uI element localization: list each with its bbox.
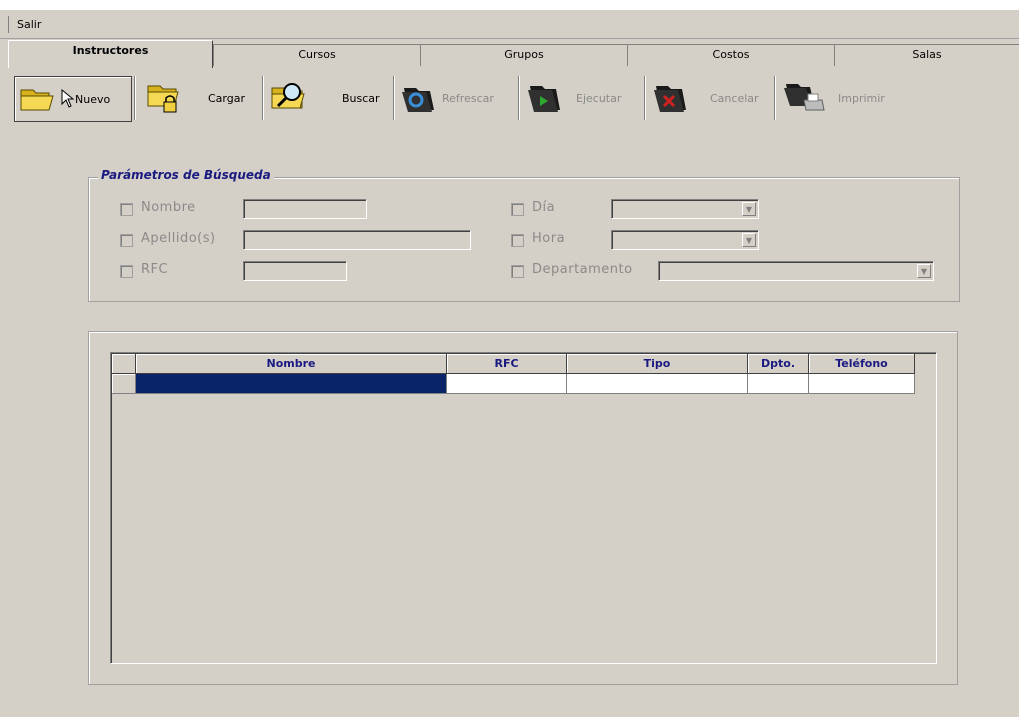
hora-checkbox[interactable]	[511, 234, 524, 247]
table-cell-dpto[interactable]	[748, 374, 809, 394]
execute-icon	[528, 86, 560, 112]
imprimir-label: Imprimir	[838, 91, 885, 105]
rfc-checkbox[interactable]	[120, 265, 133, 278]
table-cell-rfc[interactable]	[447, 374, 567, 394]
buscar-button[interactable]: Buscar	[268, 70, 392, 126]
row-indicator[interactable]	[112, 374, 136, 394]
chevron-down-icon[interactable]: ▼	[917, 264, 931, 278]
column-header-telefono[interactable]: Teléfono	[809, 354, 915, 374]
refrescar-label: Refrescar	[442, 91, 494, 105]
column-header-nombre[interactable]: Nombre	[136, 354, 447, 374]
chevron-down-icon[interactable]: ▼	[742, 233, 756, 247]
refresh-icon	[402, 88, 434, 112]
hora-select[interactable]: ▼	[611, 230, 759, 250]
search-parameters-title: Parámetros de Búsqueda	[98, 168, 274, 182]
toolbar-separator	[644, 76, 646, 120]
cargar-label: Cargar	[208, 91, 245, 105]
rfc-field[interactable]	[243, 261, 347, 281]
folder-lock-icon	[147, 85, 179, 113]
apellidos-label: Apellido(s)	[141, 231, 216, 246]
toolbar: Nuevo Cargar Buscar Refrescar Ejecutar C…	[8, 70, 1019, 128]
printer-icon	[784, 84, 825, 111]
cargar-button[interactable]: Cargar	[142, 70, 260, 126]
cancel-icon	[654, 86, 686, 112]
results-grid[interactable]	[110, 352, 937, 664]
tab-costos[interactable]: Costos	[627, 44, 834, 66]
table-cell-tipo[interactable]	[567, 374, 748, 394]
toolbar-separator	[774, 76, 776, 120]
departamento-checkbox[interactable]	[511, 265, 524, 278]
apellidos-field[interactable]	[243, 230, 471, 250]
refrescar-button[interactable]: Refrescar	[400, 70, 512, 126]
column-header-dpto[interactable]: Dpto.	[748, 354, 809, 374]
menu-bar	[0, 10, 1019, 39]
tab-grupos[interactable]: Grupos	[420, 44, 627, 66]
nombre-field[interactable]	[243, 199, 367, 219]
ejecutar-button[interactable]: Ejecutar	[526, 70, 638, 126]
menu-salir[interactable]: Salir	[8, 16, 49, 33]
nuevo-label: Nuevo	[75, 92, 111, 106]
toolbar-separator	[393, 76, 395, 120]
hora-label: Hora	[532, 231, 566, 246]
nuevo-button[interactable]: Nuevo	[14, 76, 132, 122]
toolbar-separator	[134, 76, 136, 120]
tab-salas[interactable]: Salas	[834, 44, 1019, 66]
cursor-icon	[61, 89, 75, 108]
departamento-label: Departamento	[532, 262, 633, 277]
column-header-rfc[interactable]: RFC	[447, 354, 567, 374]
tab-instructores[interactable]: Instructores	[8, 40, 213, 68]
table-cell-telefono[interactable]	[809, 374, 915, 394]
imprimir-button[interactable]: Imprimir	[782, 70, 902, 126]
buscar-label: Buscar	[342, 91, 380, 105]
dia-checkbox[interactable]	[511, 203, 524, 216]
departamento-select[interactable]: ▼	[658, 261, 934, 281]
toolbar-separator	[262, 76, 264, 120]
rfc-label: RFC	[141, 262, 169, 277]
nombre-checkbox[interactable]	[120, 203, 133, 216]
cancelar-button[interactable]: Cancelar	[652, 70, 770, 126]
tab-strip: Instructores Cursos Grupos Costos Salas	[8, 40, 1019, 68]
tab-cursos[interactable]: Cursos	[213, 44, 420, 66]
dia-select[interactable]: ▼	[611, 199, 759, 219]
column-header-tipo[interactable]: Tipo	[567, 354, 748, 374]
ejecutar-label: Ejecutar	[576, 91, 622, 105]
apellidos-checkbox[interactable]	[120, 234, 133, 247]
table-cell-nombre[interactable]	[136, 374, 447, 394]
cancelar-label: Cancelar	[710, 91, 759, 105]
toolbar-separator	[518, 76, 520, 120]
chevron-down-icon[interactable]: ▼	[742, 202, 756, 216]
row-indicator-header	[112, 354, 136, 374]
top-strip	[0, 0, 1019, 10]
folder-new-icon	[20, 89, 54, 111]
folder-search-icon	[271, 83, 305, 109]
dia-label: Día	[532, 200, 556, 215]
search-parameters-group	[88, 177, 960, 302]
nombre-label: Nombre	[141, 200, 196, 215]
